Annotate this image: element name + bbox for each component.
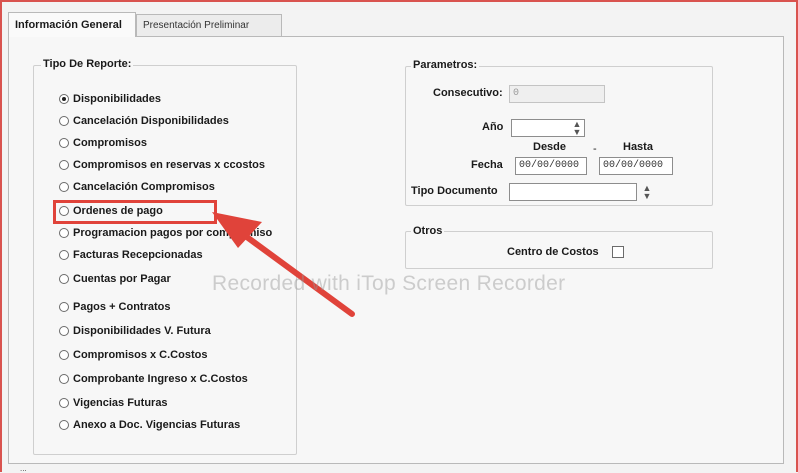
annotation-arrow-icon bbox=[212, 212, 355, 317]
recorder-watermark: Recorded with iTop Screen Recorder bbox=[212, 272, 566, 295]
tab-informacion-general[interactable]: Información General bbox=[8, 12, 136, 37]
